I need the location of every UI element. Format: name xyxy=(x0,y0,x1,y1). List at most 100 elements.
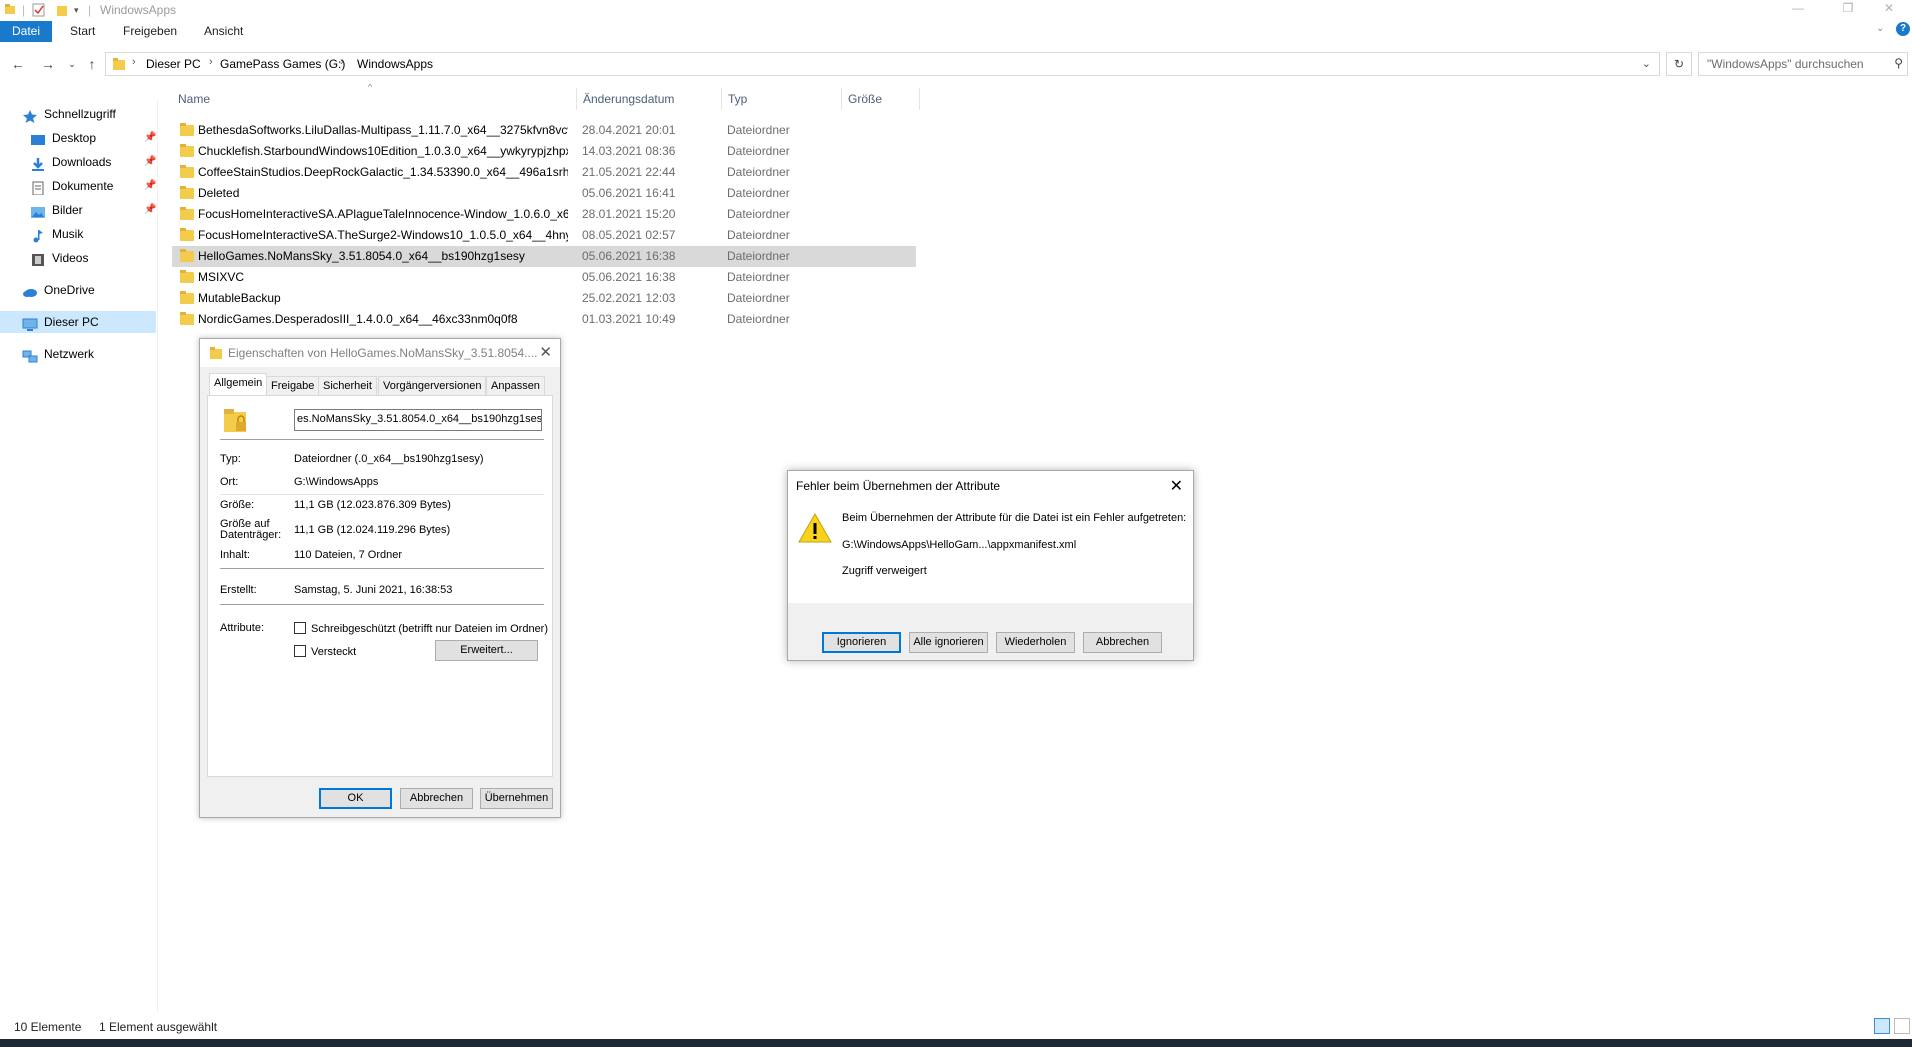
column-header-size[interactable]: Größe xyxy=(842,88,920,110)
minimize-button[interactable]: — xyxy=(1775,0,1821,20)
table-row[interactable]: MSIXVC 05.06.2021 16:38 Dateiordner xyxy=(172,267,916,288)
folder-icon xyxy=(180,165,194,178)
help-icon[interactable]: ? xyxy=(1896,22,1910,36)
tab-freigeben[interactable]: Freigeben xyxy=(113,21,187,42)
table-row[interactable]: CoffeeStainStudios.DeepRockGalactic_1.34… xyxy=(172,162,916,183)
new-folder-icon[interactable] xyxy=(56,3,68,20)
pin-icon[interactable]: 📌 xyxy=(144,127,156,149)
taskbar xyxy=(0,1039,1912,1047)
close-window-button[interactable]: ✕ xyxy=(1866,0,1912,20)
breadcrumb-gamepass-drive[interactable]: GamePass Games (G:) xyxy=(220,57,345,71)
table-row-selected[interactable]: HelloGames.NoMansSky_3.51.8054.0_x64__bs… xyxy=(172,246,916,267)
tab-anpassen[interactable]: Anpassen xyxy=(486,376,545,395)
sidebar-item-videos[interactable]: Videos xyxy=(30,247,88,269)
folder-name-field[interactable]: es.NoMansSky_3.51.8054.0_x64__bs190hzg1s… xyxy=(294,409,542,431)
created-label: Erstellt: xyxy=(220,584,257,596)
retry-button[interactable]: Wiederholen xyxy=(996,632,1075,653)
readonly-checkbox[interactable] xyxy=(294,622,306,634)
folder-icon xyxy=(4,3,16,18)
breadcrumb-chevron-icon[interactable]: › xyxy=(209,56,213,68)
tab-freigabe[interactable]: Freigabe xyxy=(266,376,320,395)
tab-vorgaengerversionen[interactable]: Vorgängerversionen xyxy=(378,376,487,395)
properties-icon[interactable] xyxy=(32,3,46,20)
contents-label: Inhalt: xyxy=(220,549,250,561)
close-icon[interactable]: ✕ xyxy=(1170,476,1183,496)
file-name: HelloGames.NoMansSky_3.51.8054.0_x64__bs… xyxy=(198,249,525,263)
large-icons-view-icon[interactable] xyxy=(1894,1018,1910,1034)
file-date: 05.06.2021 16:41 xyxy=(582,186,676,200)
divider xyxy=(220,494,544,495)
sidebar-item-dieser-pc[interactable]: Dieser PC xyxy=(0,311,156,333)
breadcrumb-dieser-pc[interactable]: Dieser PC xyxy=(146,57,201,71)
pin-icon[interactable]: 📌 xyxy=(144,151,156,173)
ok-button[interactable]: OK xyxy=(319,788,392,809)
dialog-title-bar[interactable]: Fehler beim Übernehmen der Attribute ✕ xyxy=(788,471,1193,501)
sidebar-item-schnellzugriff[interactable]: Schnellzugriff xyxy=(22,103,116,125)
folder-icon xyxy=(180,270,194,283)
back-arrow-icon[interactable]: ← xyxy=(8,54,28,74)
search-placeholder: "WindowsApps" durchsuchen xyxy=(1707,57,1864,71)
location-label: Ort: xyxy=(220,476,239,488)
address-dropdown-icon[interactable]: ⌄ xyxy=(1642,57,1651,70)
status-bar: 10 Elemente 1 Element ausgewählt xyxy=(0,1018,1912,1036)
warning-icon xyxy=(798,512,832,547)
cancel-button[interactable]: Abbrechen xyxy=(1083,632,1162,653)
refresh-icon[interactable]: ↻ xyxy=(1666,52,1692,76)
sidebar-item-musik[interactable]: Musik xyxy=(30,223,83,245)
column-headers: ^ Name Änderungsdatum Typ Größe xyxy=(172,82,922,110)
table-row[interactable]: Deleted 05.06.2021 16:41 Dateiordner xyxy=(172,183,916,204)
table-row[interactable]: NordicGames.DesperadosIII_1.4.0.0_x64__4… xyxy=(172,309,916,330)
ignore-all-button[interactable]: Alle ignorieren xyxy=(909,632,988,653)
breadcrumb-chevron-icon[interactable]: › xyxy=(132,56,136,68)
up-arrow-icon[interactable]: ↑ xyxy=(82,54,102,74)
column-header-type[interactable]: Typ xyxy=(722,88,842,110)
sidebar-item-desktop[interactable]: Desktop 📌 xyxy=(30,127,158,149)
recent-locations-chevron-icon[interactable]: ⌄ xyxy=(62,54,82,74)
search-icon[interactable]: ⚲ xyxy=(1894,56,1903,70)
sidebar-item-netzwerk[interactable]: Netzwerk xyxy=(22,343,94,365)
forward-arrow-icon[interactable]: → xyxy=(38,54,58,74)
readonly-label: Schreibgeschützt (betrifft nur Dateien i… xyxy=(311,623,549,635)
sidebar-item-onedrive[interactable]: OneDrive xyxy=(22,279,95,301)
file-type: Dateiordner xyxy=(727,291,790,305)
sidebar-item-bilder[interactable]: Bilder 📌 xyxy=(30,199,158,221)
navigation-pane: Schnellzugriff Desktop 📌 Downloads 📌 Dok… xyxy=(0,100,158,1012)
ignore-button[interactable]: Ignorieren xyxy=(822,632,901,653)
tab-sicherheit[interactable]: Sicherheit xyxy=(318,376,377,395)
table-row[interactable]: MutableBackup 25.02.2021 12:03 Dateiordn… xyxy=(172,288,916,309)
close-icon[interactable]: ✕ xyxy=(539,343,552,361)
item-count: 10 Elemente xyxy=(14,1020,82,1034)
pin-icon[interactable]: 📌 xyxy=(144,175,156,197)
file-type: Dateiordner xyxy=(727,228,790,242)
quick-access-dropdown-icon[interactable]: ▾ xyxy=(74,5,79,16)
pin-icon[interactable]: 📌 xyxy=(144,199,156,221)
expand-ribbon-icon[interactable]: ⌄ xyxy=(1876,23,1884,34)
tab-allgemein[interactable]: Allgemein xyxy=(209,373,268,396)
cancel-button[interactable]: Abbrechen xyxy=(400,788,473,809)
column-header-date[interactable]: Änderungsdatum xyxy=(577,88,722,110)
search-input[interactable]: "WindowsApps" durchsuchen ⚲ xyxy=(1698,52,1908,76)
folder-icon xyxy=(180,207,194,220)
address-bar[interactable]: › Dieser PC › GamePass Games (G:) › Wind… xyxy=(105,52,1660,76)
apply-button[interactable]: Übernehmen xyxy=(480,788,553,809)
file-name: NordicGames.DesperadosIII_1.4.0.0_x64__4… xyxy=(198,312,518,326)
table-row[interactable]: FocusHomeInteractiveSA.APlagueTaleInnoce… xyxy=(172,204,916,225)
table-row[interactable]: Chucklefish.StarboundWindows10Edition_1.… xyxy=(172,141,916,162)
disk-size-label-2: Datenträger: xyxy=(220,529,282,541)
column-header-name[interactable]: Name xyxy=(172,88,577,110)
table-row[interactable]: BethesdaSoftworks.LiluDallas-Multipass_1… xyxy=(172,120,916,141)
details-view-icon[interactable] xyxy=(1874,1018,1890,1034)
tab-start[interactable]: Start xyxy=(60,21,105,42)
advanced-button[interactable]: Erweitert... xyxy=(435,640,538,661)
tab-ansicht[interactable]: Ansicht xyxy=(194,21,253,42)
sidebar-item-downloads[interactable]: Downloads 📌 xyxy=(30,151,158,173)
restore-button[interactable]: ❐ xyxy=(1825,0,1871,20)
sidebar-item-dokumente[interactable]: Dokumente 📌 xyxy=(30,175,158,197)
tab-datei[interactable]: Datei xyxy=(0,21,52,42)
breadcrumb-windowsapps[interactable]: WindowsApps xyxy=(357,57,433,71)
hidden-checkbox[interactable] xyxy=(294,645,306,657)
table-row[interactable]: FocusHomeInteractiveSA.TheSurge2-Windows… xyxy=(172,225,916,246)
separator: | xyxy=(22,3,26,17)
dialog-title-bar[interactable]: Eigenschaften von HelloGames.NoMansSky_3… xyxy=(200,339,560,367)
breadcrumb-chevron-icon[interactable]: › xyxy=(340,56,344,68)
